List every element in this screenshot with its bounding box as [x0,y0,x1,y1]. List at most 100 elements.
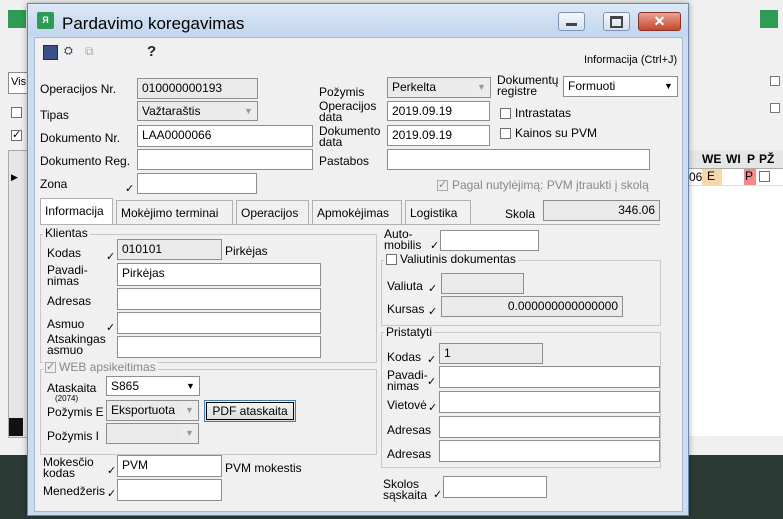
dokumento-reg-field[interactable] [137,149,313,170]
zona-label: Zona [40,177,68,191]
pozymis-select[interactable]: Perkelta ▼ [387,77,491,98]
pristatyti-adresas2-label: Adresas [387,447,432,461]
pristatyti-kodas-field[interactable]: 1 [439,343,543,364]
valiuta-field[interactable] [441,273,524,294]
kursas-label: Kursas [387,302,425,316]
ataskaita-select[interactable]: S865 ▼ [106,376,200,396]
pristatyti-adresas1-field[interactable] [439,416,660,438]
vietove-label: Vietovė [387,398,427,412]
pavadinimas-label: Pavadi-nimas [47,263,88,288]
operacijos-nr-field[interactable]: 010000000193 [137,78,258,99]
maximize-icon [610,15,623,28]
atsakingas-field[interactable] [117,336,321,358]
intrastatas-checkbox[interactable] [500,108,511,119]
tab-apmokejimas[interactable]: Apmokėjimas [312,200,402,224]
bookmark-icon[interactable]: ⛭ [64,45,79,58]
mokestis-field[interactable]: PVM [117,455,222,477]
mokestis-desc: PVM mokestis [225,461,302,475]
web-checkbox[interactable]: ✓ [45,362,56,373]
chevron-down-icon: ▼ [473,78,490,97]
info-link[interactable]: Informacija (Ctrl+J) [584,54,677,67]
pristatyti-pavadinimas-field[interactable] [439,366,660,388]
valiuta-label: Valiuta [387,279,423,293]
bg-cell-checkbox[interactable] [759,171,770,182]
pristatyti-kodas-check-icon: ✓ [427,354,437,366]
save-icon[interactable] [43,45,58,60]
pozymis-e-select[interactable]: Eksportuota ▼ [106,400,199,421]
help-icon[interactable]: ? [147,43,156,60]
vietove-field[interactable] [439,391,660,413]
kodas-field[interactable]: 010101 [117,239,222,260]
dokumento-data-label: Dokumento data [319,124,381,149]
pagal-nutylejima-label: Pagal nutylėjimą: PVM įtraukti į skolą [452,178,649,192]
valiutinis-checkbox[interactable] [386,254,397,265]
pastabos-field[interactable] [387,149,650,170]
check-icon: ✓ [438,179,448,191]
check-icon: ✓ [46,361,56,373]
automobilis-field[interactable] [440,230,539,251]
maximize-button[interactable] [603,12,630,31]
kursas-check-icon: ✓ [428,306,438,318]
menedzeris-field[interactable] [117,479,222,501]
menedzeris-label: Menedžeris [43,484,106,498]
ataskaita-value: S865 [111,379,140,393]
bg-scroll-icon [9,418,23,436]
kodas-check-icon: ✓ [106,251,116,263]
dokumento-reg-label: Dokumento Reg. [40,154,131,168]
valiutinis-title-text: Valiutinis dokumentas [400,252,516,266]
skola-field[interactable]: 346.06 [543,200,660,221]
kodas-label: Kodas [47,246,82,260]
skolos-saskaita-field[interactable] [443,476,547,498]
minimize-icon [566,23,577,26]
pozymis-i-select[interactable]: ▼ [106,423,199,444]
intrastatas-label: Intrastatas [515,106,572,120]
window-title: Pardavimo koregavimas [62,14,245,33]
kursas-field[interactable]: 0.000000000000000 [441,296,623,317]
mokestis-label: Mokesčio kodas [43,455,94,480]
bg-cell-06: 06 [689,170,703,184]
kainos-su-pvm-label: Kainos su PVM [515,126,598,140]
klientas-title: Klientas [43,226,90,240]
app-icon [8,10,26,28]
valiutinis-title: Valiutinis dokumentas [384,253,518,266]
chevron-down-icon: ▼ [181,424,198,443]
atsakingas-label: Atsakingas asmuo [47,332,106,357]
adresas-field[interactable] [117,288,321,310]
pavadinimas-field[interactable]: Pirkėjas [117,263,321,286]
dokumento-data-field[interactable]: 2019.09.19 [387,125,490,146]
tab-informacija[interactable]: Informacija [40,198,113,224]
zona-field[interactable] [137,173,257,194]
bg-right-checkbox-1[interactable] [770,76,780,86]
kainos-su-pvm-checkbox[interactable] [500,128,511,139]
tipas-label: Tipas [40,108,69,122]
bg-right-checkbox-2[interactable] [770,103,780,113]
window-icon: Я [37,12,54,29]
tab-strip: Informacija Mokėjimo terminai Operacijos… [40,198,495,226]
asmuo-field[interactable] [117,312,321,334]
pozymis-i-label: Požymis I [47,429,100,443]
pagal-nutylejima-checkbox[interactable]: ✓ [437,180,448,191]
skola-label: Skola [505,207,536,221]
pastabos-label: Pastabos [319,154,370,168]
tab-mokejimo-terminai[interactable]: Mokėjimo terminai [116,200,233,224]
operacijos-data-field[interactable]: 2019.09.19 [387,101,490,121]
bg-col-p: P [747,152,756,166]
asmuo-check-icon: ✓ [106,322,116,334]
dokumentu-registre-select[interactable]: Formuoti ▼ [563,76,678,97]
copy-icon[interactable]: ⧉ [85,45,99,58]
tab-logistika[interactable]: Logistika [405,200,471,224]
tipas-select[interactable]: Važtaraštis ▼ [137,101,258,121]
bg-grid-row[interactable]: 06 E P [687,169,783,185]
chevron-down-icon: ▼ [181,401,198,420]
web-title-text: WEB apsikeitimas [59,360,156,374]
vietove-check-icon: ✓ [428,402,438,414]
bg-checkbox-1[interactable] [11,107,22,118]
bg-checkbox-2[interactable]: ✓ [11,130,22,141]
dokumento-nr-field[interactable]: LAA0000066 [137,125,313,147]
pristatyti-adresas2-field[interactable] [439,440,660,462]
close-button[interactable]: ✕ [638,12,681,31]
pristatyti-adresas1-label: Adresas [387,423,432,437]
tab-operacijos[interactable]: Operacijos [236,200,309,224]
minimize-button[interactable] [558,12,585,31]
pdf-ataskaita-button[interactable]: PDF ataskaita [204,400,296,422]
